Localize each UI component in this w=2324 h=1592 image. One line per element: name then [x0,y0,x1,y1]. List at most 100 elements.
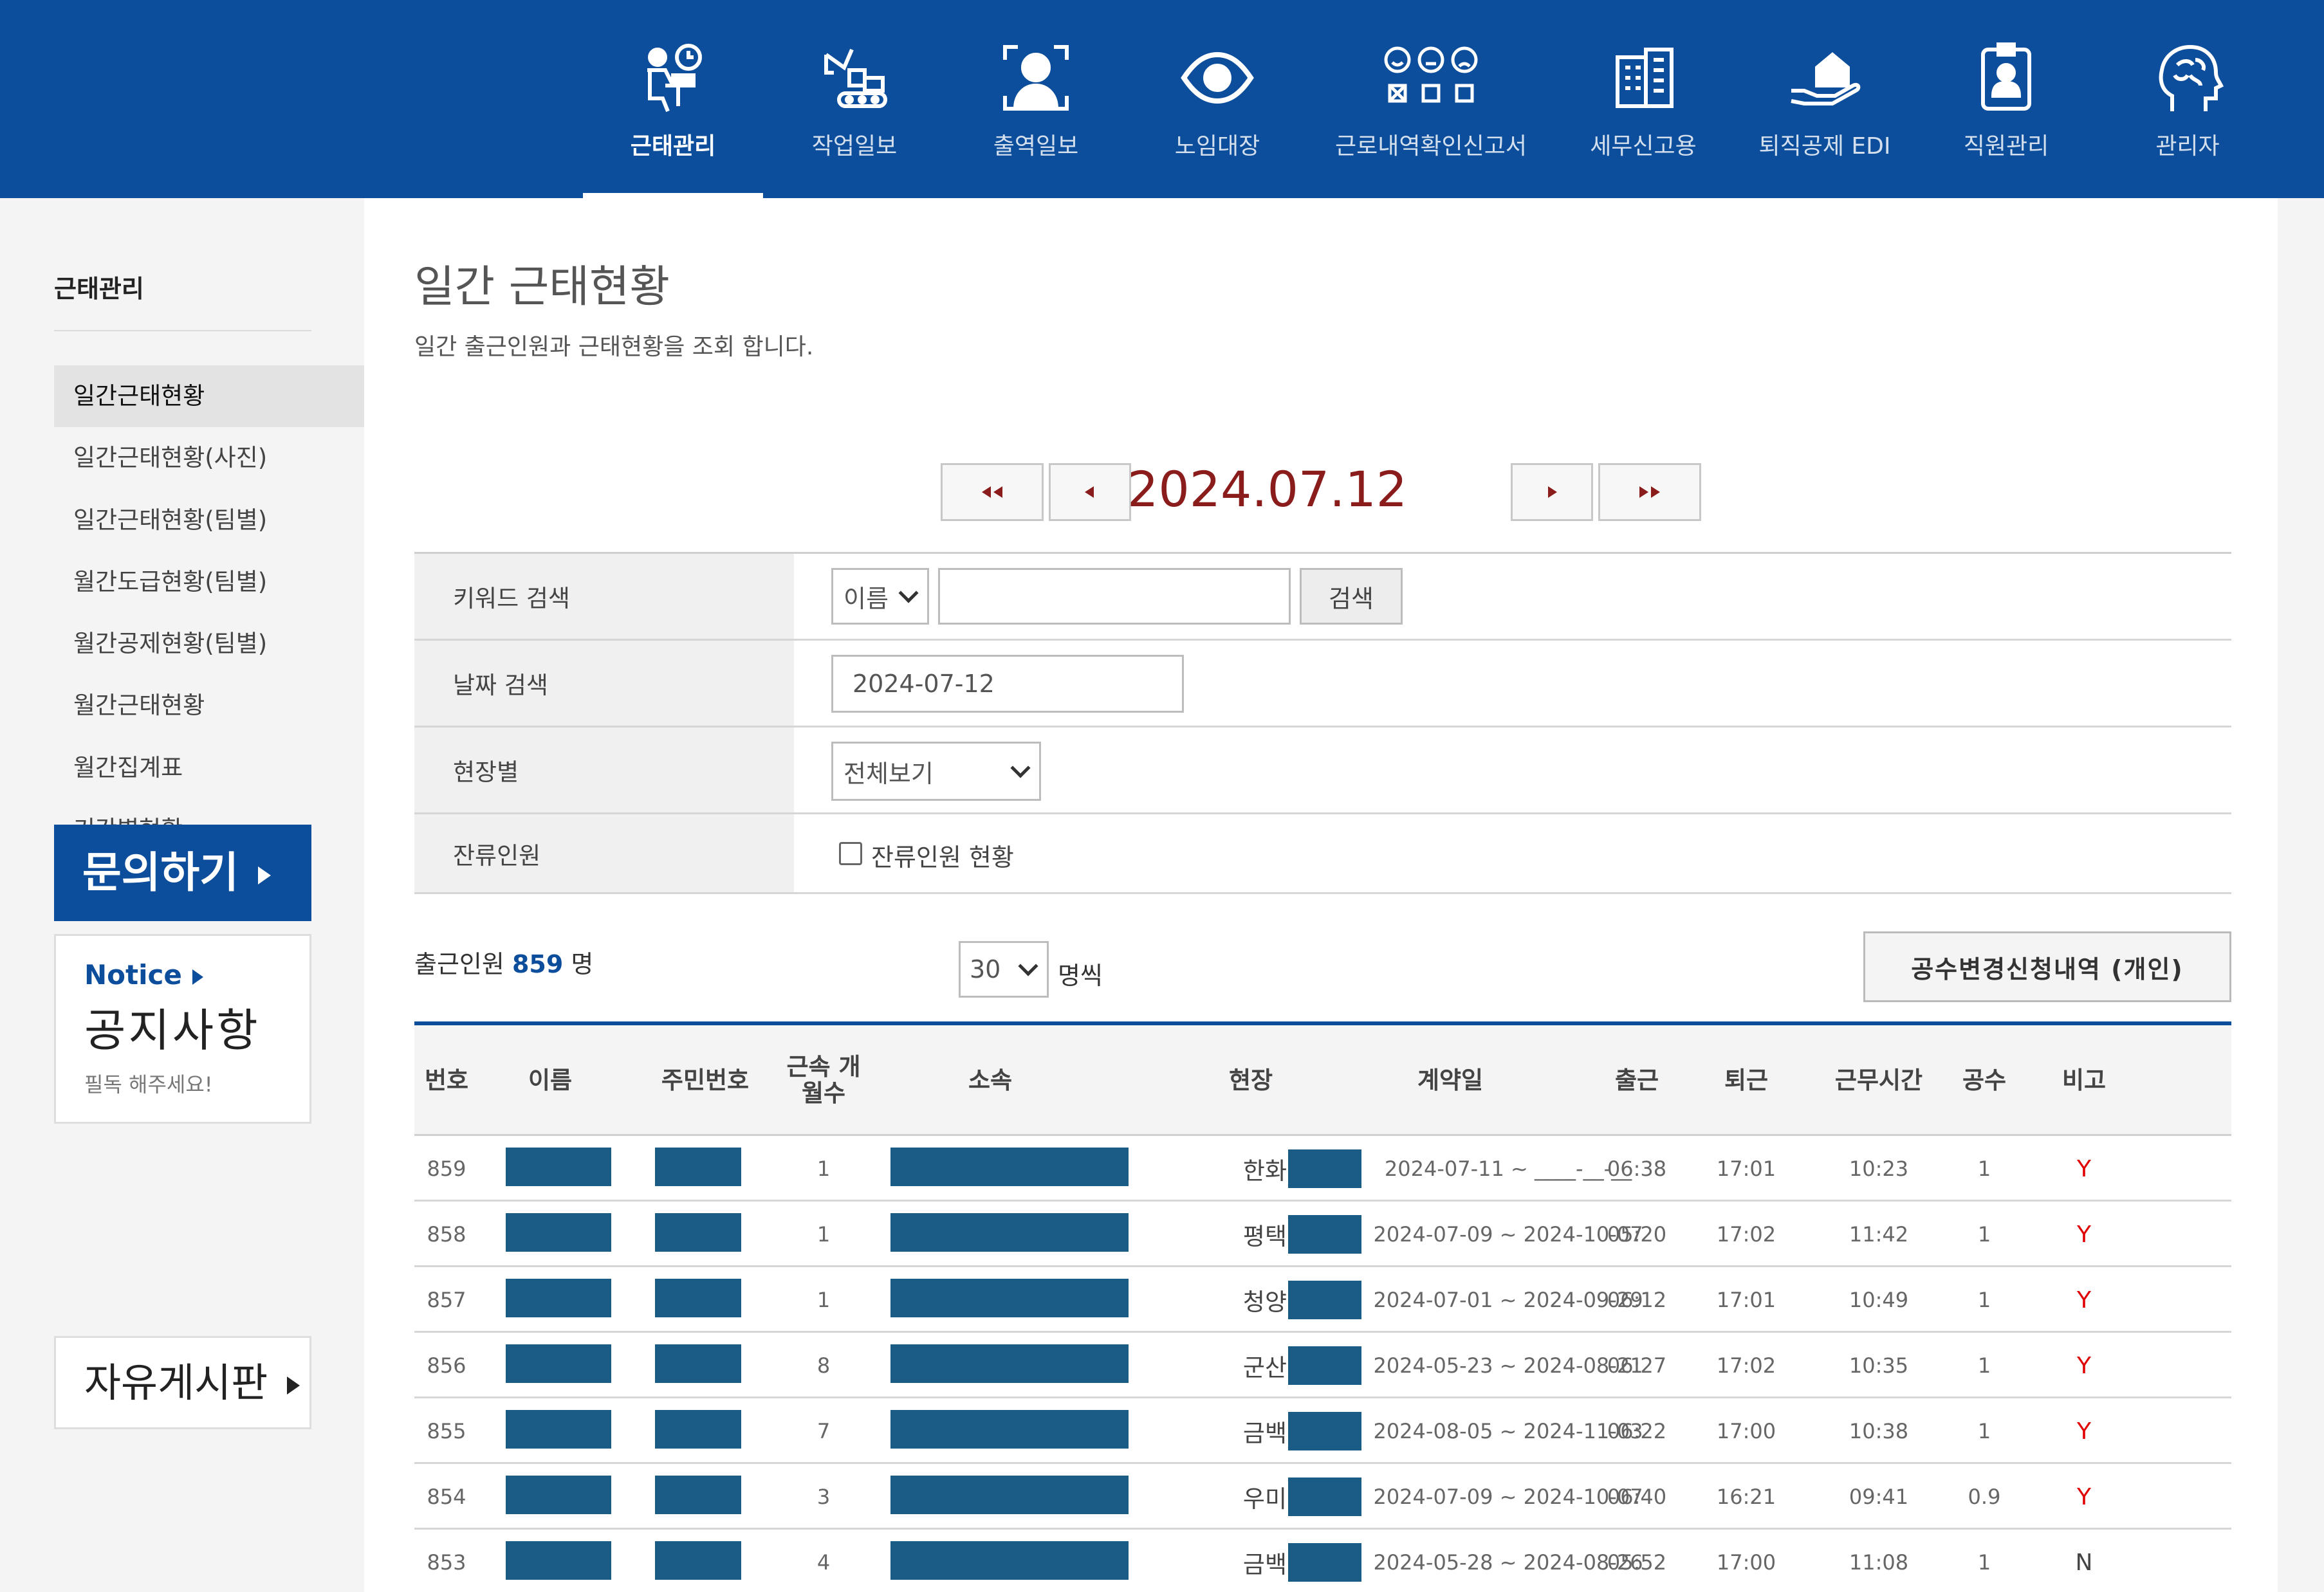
free-board-button[interactable]: 자유게시판 [54,1336,311,1429]
cell-work-hours: 09:41 [1849,1485,1909,1509]
excavator-icon [764,36,945,120]
table-row[interactable]: 859 1 한화 2024-07-11 ~ ____-__-__ 06:38 17:01 1… [414,1136,2231,1202]
nav-item-retirement-edi[interactable]: 퇴직공제 EDI [1735,0,1915,198]
nav-item-label: 직원관리 [1963,133,2049,160]
left-arrow-icon [1085,486,1094,498]
nav-item-staff-management[interactable]: 직원관리 [1916,0,2096,198]
table-row[interactable]: 853 4 금백 2024-05-28 ~ 2024-08-26 05:52 17:00 1… [414,1530,2231,1592]
notice-subtitle: 필독 해주세요! [84,1072,213,1097]
cell-clock-out: 17:01 [1716,1288,1776,1312]
inquiry-button[interactable]: 문의하기 [54,825,311,921]
redacted-site [1288,1412,1361,1450]
table-row[interactable]: 854 3 우미 2024-07-09 ~ 2024-10-07 06:40 16:21 0… [414,1464,2231,1530]
site-name: 금백 [1242,1420,1287,1447]
sidebar-item-daily-attendance[interactable]: 일간근태현황 [54,365,364,428]
cell-site: 한화 [1198,1136,1361,1202]
attendance-table: 번호 이름 주민번호 근속 개월수 소속 현장 계약일 출근 퇴근 근무시간 공… [414,1021,2231,1592]
cell-number: 854 [427,1485,466,1509]
last-date-button[interactable] [1598,463,1701,521]
chevron-down-icon [1018,956,1038,976]
cell-clock-out: 17:00 [1716,1550,1776,1575]
search-button[interactable]: 검색 [1300,568,1403,625]
cell-number: 859 [427,1157,466,1181]
site-name: 한화 [1242,1157,1287,1185]
site-select[interactable]: 전체보기 [831,742,1041,801]
nav-item-attendance[interactable]: 근태관리 [583,0,763,198]
sidebar-item-daily-attendance-photo[interactable]: 일간근태현황(사진) [54,427,364,489]
table-row[interactable]: 858 1 평택 2024-07-09 ~ 2024-10-07 05:20 17:02 1… [414,1202,2231,1267]
table-row[interactable]: 856 8 군산 2024-05-23 ~ 2024-08-21 06:27 17:02 1… [414,1333,2231,1398]
cell-site: 청양 [1198,1267,1361,1333]
header-affiliation: 소속 [968,1066,1013,1094]
per-page-select[interactable]: 30 [959,941,1049,998]
nav-item-work-history-report[interactable]: 근로내역확인신고서 [1309,0,1553,198]
sidebar-item-daily-attendance-team[interactable]: 일간근태현황(팀별) [54,489,364,551]
nav-item-tax-report[interactable]: 세무신고용 [1553,0,1733,198]
attendance-count: 출근인원 859 명 [414,944,593,980]
site-name: 평택 [1242,1223,1287,1250]
cell-clock-out: 17:00 [1716,1419,1776,1443]
date-input[interactable]: 2024-07-12 [831,655,1184,713]
redacted-resident-number [655,1213,741,1252]
right-arrow-icon [1548,486,1557,498]
page-title: 일간 근태현황 [414,262,670,313]
cell-note: Y [2077,1286,2091,1313]
cell-gongsu: 1 [1977,1157,1991,1181]
cell-number: 855 [427,1419,466,1443]
next-date-button[interactable] [1511,463,1593,521]
nav-item-work-report[interactable]: 작업일보 [764,0,945,198]
main-content: 일간 근태현황 일간 출근인원과 근태현황을 조회 합니다. 2024.07.1… [364,198,2278,1592]
cell-site: 우미 [1198,1464,1361,1530]
cell-note: Y [2077,1418,2091,1445]
remaining-checkbox[interactable] [839,842,862,865]
cell-clock-out: 16:21 [1716,1485,1776,1509]
redacted-affiliation [890,1213,1129,1252]
first-date-button[interactable] [941,463,1044,521]
cell-tenure-months: 8 [816,1353,831,1378]
notice-banner[interactable]: Notice 공지사항 필독 해주세요! [54,934,311,1124]
table-row[interactable]: 855 7 금백 2024-08-05 ~ 2024-11-03 06:22 17:00 1… [414,1398,2231,1464]
keyword-input[interactable] [938,568,1291,625]
nav-item-wage-ledger[interactable]: 노임대장 [1127,0,1307,198]
nav-item-label: 근로내역확인신고서 [1334,133,1527,160]
redacted-resident-number [655,1476,741,1514]
cell-note: N [2075,1549,2093,1576]
building-icon [1553,36,1733,120]
prev-date-button[interactable] [1049,463,1131,521]
cell-site: 군산 [1198,1333,1361,1398]
redacted-name [506,1148,611,1186]
sidebar-item-monthly-deduction-team[interactable]: 월간공제현황(팀별) [54,613,364,675]
keyword-search-label: 키워드 검색 [414,554,794,639]
remaining-checkbox-label: 잔류인원 현황 [871,843,1014,872]
hand-house-icon [1735,36,1915,120]
cell-clock-out: 17:01 [1716,1157,1776,1181]
cell-number: 856 [427,1353,466,1378]
cell-clock-in: 06:12 [1607,1288,1667,1312]
count-unit: 명 [571,950,594,978]
double-right-arrow-icon [1639,486,1660,498]
id-badge-icon [1916,36,2096,120]
table-row[interactable]: 857 1 청양 2024-07-01 ~ 2024-09-29 06:12 17:01 1… [414,1267,2231,1333]
nav-item-label: 관리자 [2155,133,2220,160]
personal-gongsu-requests-button[interactable]: 공수변경신청내역 (개인) [1863,931,2231,1002]
head-brain-icon [2098,36,2278,120]
nav-item-admin[interactable]: 관리자 [2098,0,2278,198]
redacted-resident-number [655,1410,741,1449]
header-name: 이름 [528,1066,573,1094]
top-navigation: 근태관리 작업일보 출역일보 노임대장 근로내역확인신고서 세무신고용 퇴직공제… [0,0,2324,198]
cell-site: 금백 [1198,1398,1361,1464]
nav-item-dispatch-report[interactable]: 출역일보 [946,0,1126,198]
cell-tenure-months: 4 [816,1550,831,1575]
date-search-row: 날짜 검색 2024-07-12 [414,641,2231,727]
free-board-label: 자유게시판 [84,1359,268,1406]
nav-item-label: 출역일보 [993,133,1079,160]
sidebar-item-monthly-attendance[interactable]: 월간근태현황 [54,675,364,737]
cell-clock-out: 17:02 [1716,1353,1776,1378]
nav-item-label: 퇴직공제 EDI [1758,133,1891,160]
sidebar-item-monthly-summary[interactable]: 월간집계표 [54,737,364,799]
cell-clock-in: 05:52 [1607,1550,1667,1575]
redacted-resident-number [655,1279,741,1317]
sidebar-item-monthly-contract-team[interactable]: 월간도급현황(팀별) [54,551,364,613]
table-body: 859 1 한화 2024-07-11 ~ ____-__-__ 06:38 17:01 1… [414,1136,2231,1592]
keyword-type-select[interactable]: 이름 [831,568,929,625]
